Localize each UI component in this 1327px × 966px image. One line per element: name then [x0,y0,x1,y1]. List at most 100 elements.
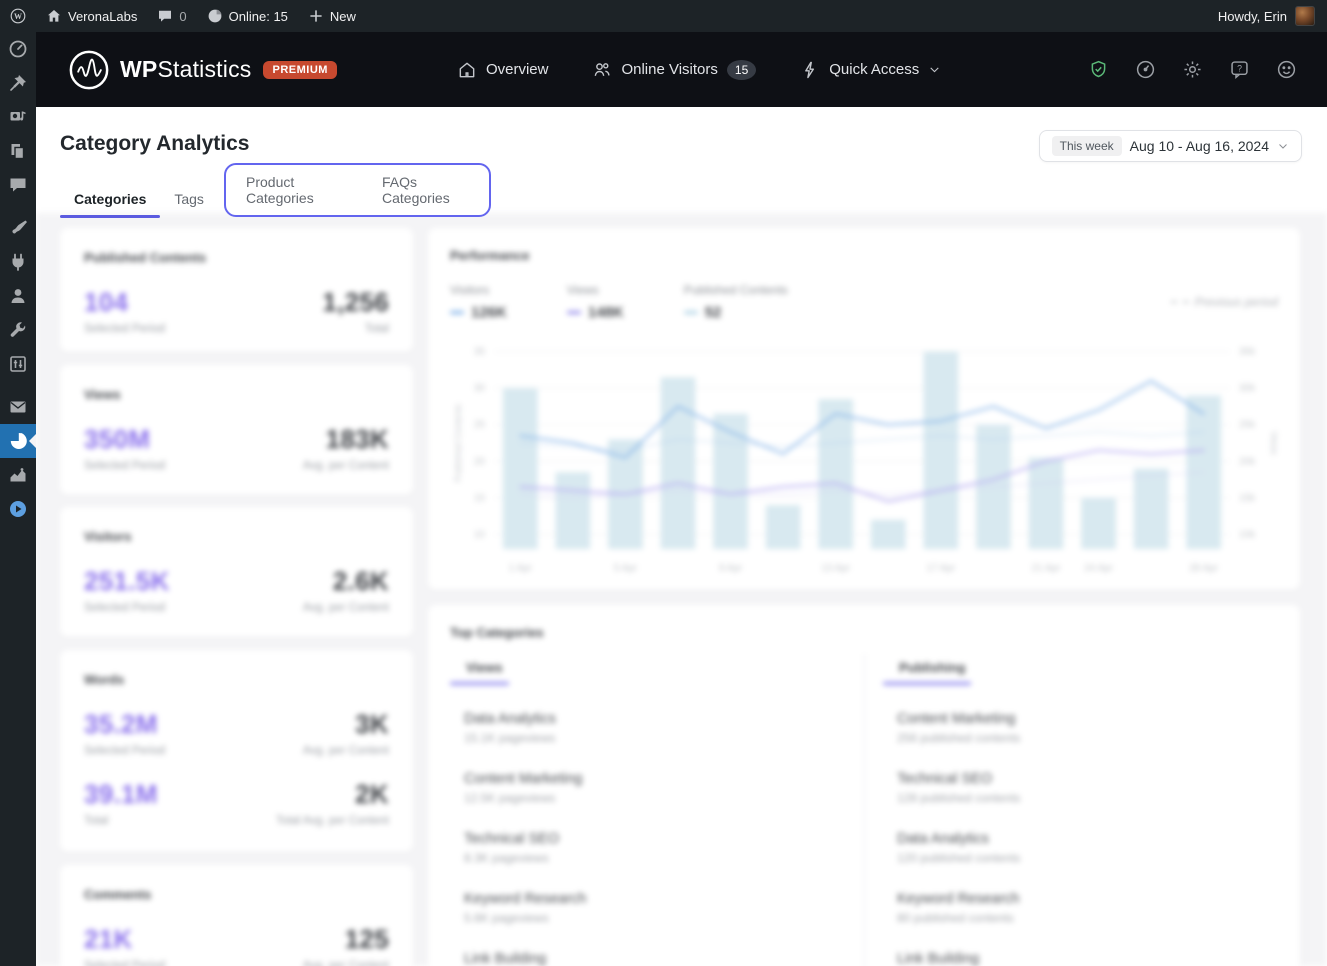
svg-text:24 Apr: 24 Apr [1084,563,1114,574]
optimization-gauge-icon[interactable] [1135,59,1156,80]
list-item[interactable]: Content Marketing 256 published contents [897,711,1264,745]
tab-faqs-categories[interactable]: FAQs Categories [364,165,489,215]
nav-overview[interactable]: Overview [457,60,548,80]
new-menu[interactable]: New [298,0,366,32]
tab-tags[interactable]: Tags [160,178,218,220]
tab-views[interactable]: Views [450,654,509,685]
list-item[interactable]: Content Marketing 12.5K pageviews [464,771,850,805]
previous-period-label: Previous period [1194,295,1278,309]
svg-text:35: 35 [474,347,486,358]
premium-badge: PREMIUM [263,60,337,79]
card-primary-value: 350M [84,424,151,454]
home-icon [48,10,60,22]
nav-online-visitors[interactable]: Online Visitors 15 [592,59,757,80]
list-item[interactable]: Link Building 4.7K pageviews [464,951,850,966]
comment-icon [159,10,172,22]
card-primary-value: 251.5K [84,566,170,596]
svg-text:1 Apr: 1 Apr [509,563,533,574]
card-secondary-value: 125 [344,924,389,954]
date-range-value: Aug 10 - Aug 16, 2024 [1129,138,1269,154]
sidebar-item-dashboard[interactable] [0,32,36,66]
card-secondary-label: Avg. per Content [302,460,389,472]
svg-text:15k: 15k [1239,493,1256,504]
list-item[interactable]: Technical SEO 8.3K pageviews [464,831,850,865]
svg-text:21 Apr: 21 Apr [1032,563,1062,574]
top-categories-card: Top Categories Views Data Analytics 15.1… [428,605,1300,966]
sidebar-item-plugins[interactable] [0,245,36,279]
list-item[interactable]: Keyword Research 5.6K pageviews [464,891,850,925]
lightning-icon [805,61,815,78]
list-item[interactable]: Technical SEO 128 published contents [897,771,1264,805]
card-primary-value: 35.2M [84,709,158,739]
legend-name: Visitors [450,283,490,297]
avatar[interactable] [1295,6,1315,26]
wrench-icon [10,322,26,337]
svg-text:35k: 35k [1239,347,1256,358]
sidebar-item-mail[interactable] [0,390,36,424]
sidebar-item-media[interactable] [0,100,36,134]
nav-quick-access[interactable]: Quick Access [800,60,941,80]
legend-value: 148K [587,304,624,321]
help-icon[interactable]: ? [1229,59,1250,80]
tab-publishing[interactable]: Publishing [882,654,972,685]
list-item[interactable]: Link Building 72 published contents [897,951,1264,966]
sidebar-item-users[interactable] [0,279,36,313]
comments-menu[interactable]: 0 [147,0,196,32]
privacy-shield-icon[interactable] [1088,59,1109,80]
main-content: Published Contents 104 Selected Period 1… [36,107,1327,966]
wp-logo-menu[interactable]: W [0,0,36,32]
howdy-text[interactable]: Howdy, Erin [1218,9,1287,24]
brand[interactable]: WPStatistics PREMIUM [68,49,337,91]
settings-gear-icon[interactable] [1182,59,1203,80]
date-range-picker[interactable]: This week Aug 10 - Aug 16, 2024 [1038,130,1302,162]
category-name: Content Marketing [897,711,1016,727]
top-categories-views-column: Views Data Analytics 15.1K pageviews Con… [450,654,864,966]
card-primary-label: Selected Period [84,602,166,614]
svg-text:15: 15 [474,493,486,504]
sliders-icon [10,356,26,372]
performance-chart[interactable]: 10 10k 15 15k 20 20k 25 25k 30 30k 35 35k 1 Apr 5 Apr… [450,327,1279,579]
sidebar-item-pages[interactable] [0,134,36,168]
sidebar-item-comments[interactable] [0,168,36,202]
card-primary-value: 39.1M [84,779,158,809]
card-primary-label: Selected Period [84,745,166,757]
sidebar-item-player[interactable] [0,492,36,526]
published-dash-icon [683,311,698,314]
category-value: 8.3K pageviews [464,851,549,865]
list-item[interactable]: Data Analytics 120 published contents [897,831,1264,865]
chevron-down-icon [930,67,939,73]
card-secondary-label: Total Avg. per Content [276,815,389,827]
comments-icon [10,178,26,192]
category-value: 120 published contents [897,851,1021,865]
online-menu[interactable]: Online: 15 [197,0,298,32]
svg-text:30: 30 [474,383,486,394]
category-name: Data Analytics [464,711,556,727]
sidebar-item-wp-statistics[interactable] [0,424,36,458]
prev-dash-icon [1170,301,1177,303]
sidebar-item-settings[interactable] [0,347,36,381]
performance-legend: Visitors 126K Views 148K Published Conte… [450,283,1278,321]
statistics-pie-icon [10,432,27,449]
list-item[interactable]: Data Analytics 15.1K pageviews [464,711,850,745]
card-title: Comments [84,887,152,902]
tab-product-categories[interactable]: Product Categories [226,165,364,215]
sidebar-item-posts[interactable] [0,66,36,100]
stat-card-views: Views 350M Selected Period 183K Avg. per… [60,365,413,495]
legend-value: 126K [471,304,507,321]
legend-name: Views [566,283,599,297]
svg-text:?: ? [1237,63,1242,73]
sidebar-item-analytics[interactable] [0,458,36,492]
sidebar-item-appearance[interactable] [0,211,36,245]
svg-text:20k: 20k [1239,456,1256,467]
category-name: Link Building [464,951,547,966]
pages-icon [11,144,25,160]
envelope-icon [10,401,26,413]
category-value: 256 published contents [897,731,1021,745]
list-item[interactable]: Keyword Research 80 published contents [897,891,1264,925]
sidebar-item-tools[interactable] [0,313,36,347]
feedback-smiley-icon[interactable] [1276,59,1297,80]
site-menu[interactable]: VeronaLabs [36,0,147,32]
category-name: Keyword Research [897,891,1020,907]
card-secondary-label: Avg. per Content [302,960,389,966]
tab-categories[interactable]: Categories [60,178,161,220]
